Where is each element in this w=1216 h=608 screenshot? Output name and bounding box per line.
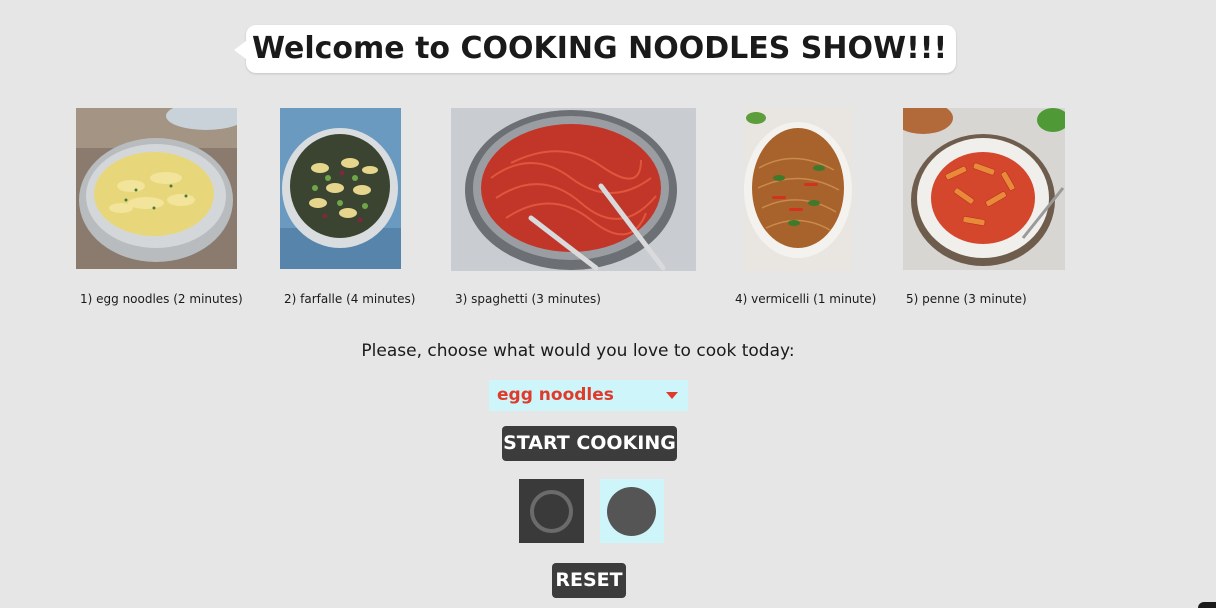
ring-toggle[interactable] xyxy=(519,479,584,543)
spaghetti-image xyxy=(451,108,696,271)
caret-down-icon xyxy=(666,392,678,399)
farfalle-image xyxy=(280,108,401,269)
caption-spaghetti: 3) spaghetti (3 minutes) xyxy=(455,292,601,306)
page-title: Welcome to COOKING NOODLES SHOW!!! xyxy=(252,31,948,66)
vermicelli-image xyxy=(744,108,853,271)
dot-icon xyxy=(607,487,656,536)
ring-icon xyxy=(530,490,573,533)
welcome-speech-bubble: Welcome to COOKING NOODLES SHOW!!! xyxy=(234,25,956,73)
noodle-select-value: egg noodles xyxy=(497,385,614,405)
caption-egg-noodles: 1) egg noodles (2 minutes) xyxy=(80,292,243,306)
penne-image xyxy=(903,108,1065,270)
dot-toggle[interactable] xyxy=(600,479,664,543)
choose-prompt: Please, choose what would you love to co… xyxy=(361,341,795,361)
noodle-select[interactable]: egg noodles xyxy=(489,380,688,411)
reset-button[interactable]: RESET xyxy=(552,563,626,598)
caption-farfalle: 2) farfalle (4 minutes) xyxy=(284,292,416,306)
corner-mark xyxy=(1198,602,1216,608)
start-cooking-button[interactable]: START COOKING xyxy=(502,426,677,461)
egg-noodles-image xyxy=(76,108,237,269)
caption-penne: 5) penne (3 minute) xyxy=(906,292,1027,306)
caption-vermicelli: 4) vermicelli (1 minute) xyxy=(735,292,877,306)
